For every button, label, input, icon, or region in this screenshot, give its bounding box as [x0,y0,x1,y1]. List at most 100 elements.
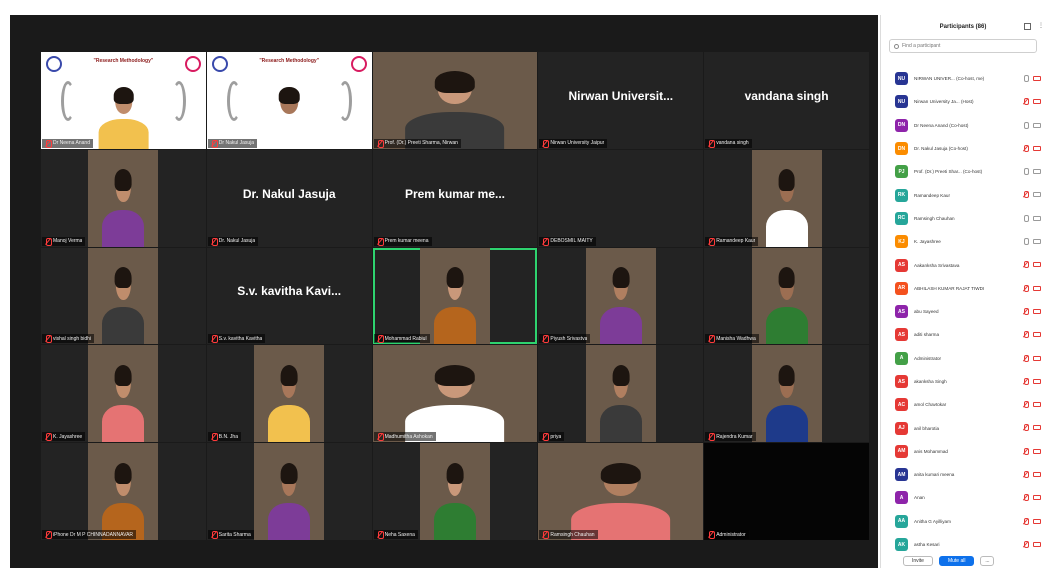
video-tile[interactable]: "Research Methodology" Dr Nakul Jasuja [206,52,372,149]
muted-mic-icon[interactable] [1023,540,1029,548]
mute-all-button[interactable]: Mute all [938,556,975,566]
mic-icon[interactable] [1023,238,1029,246]
participant-row[interactable]: AS akanksha Singh [881,370,1045,393]
participant-row[interactable]: NU Nirwan University Ja... (Host) [881,90,1045,113]
video-tile[interactable]: Prem kumar me... Prem kumar meena [372,149,538,247]
more-icon[interactable]: ⋮ [1038,23,1044,30]
participant-row[interactable]: A Administrator [881,347,1045,370]
mic-icon[interactable] [1023,75,1029,82]
camera-icon[interactable] [1033,122,1041,128]
participant-list-name: Anan [914,495,925,501]
video-tile[interactable]: Sarita Sharma [206,443,372,540]
muted-mic-icon[interactable] [1023,471,1029,479]
participant-row[interactable]: AS Aakanksha Srivastava [881,253,1045,276]
participant-row[interactable]: AM anita kumari meena [881,463,1045,486]
participant-row[interactable]: AR ABHILASH KUMAR RAJAT TIWDI [881,277,1045,300]
video-tile[interactable]: Dr. Nakul Jasuja Dr. Nakul Jasuja [206,149,372,247]
muted-mic-icon[interactable] [1023,354,1029,362]
more-options-button[interactable]: ... [980,556,995,566]
camera-off-icon[interactable] [1033,402,1041,408]
invite-button[interactable]: Invite [903,556,933,566]
person-silhouette [102,458,145,540]
camera-off-icon[interactable] [1033,145,1041,151]
participant-row[interactable]: DN Dr. Nakul Jasuja (Co-host) [881,137,1045,160]
video-tile[interactable]: Manisha Wadhwa [704,247,869,345]
video-tile[interactable]: Ramsingh Chauhan [538,443,704,540]
video-tile[interactable]: Administrator [704,443,869,540]
video-tile[interactable]: vandana singh vandana singh [704,52,869,149]
video-tile[interactable]: Piyush Srivastva [538,247,704,345]
camera-icon[interactable] [1033,169,1041,175]
video-tile[interactable]: Mohammad Rabiul [372,247,538,345]
participant-row[interactable]: AA Anitha G Ayilliyam [881,510,1045,533]
avatar: AS [895,375,908,388]
video-tile[interactable]: Nirwan Universit... Nirwan University Jai… [538,52,704,149]
video-tile[interactable]: priya [538,345,704,443]
participant-row[interactable]: AK astha Kesari [881,533,1045,556]
muted-mic-icon[interactable] [1023,377,1029,385]
participant-row[interactable]: AM anis Mohammad [881,440,1045,463]
video-tile[interactable]: Rajendra Kumar [704,345,869,443]
video-tile[interactable]: Madhumitha Ashokan [372,345,538,443]
muted-mic-icon[interactable] [1023,144,1029,152]
participant-row[interactable]: RK Ramandeep Kaur [881,183,1045,206]
video-tile[interactable]: vishal singh bidhi [41,247,206,345]
participant-row[interactable]: DN Dr Neena Anand (Co-host) [881,114,1045,137]
muted-mic-icon[interactable] [1023,307,1029,315]
camera-off-icon[interactable] [1033,378,1041,384]
participant-row[interactable]: AJ anil bharotia [881,416,1045,439]
muted-mic-icon[interactable] [1023,261,1029,269]
camera-off-icon[interactable] [1033,308,1041,314]
participant-row[interactable]: PJ Prof. (Dr.) Preeti Shar... (Co-host) [881,160,1045,183]
camera-off-icon[interactable] [1033,518,1041,524]
search-input[interactable] [902,43,1032,49]
muted-mic-icon[interactable] [1023,447,1029,455]
muted-mic-icon[interactable] [1023,401,1029,409]
mic-icon[interactable] [1023,121,1029,129]
camera-off-icon[interactable] [1033,425,1041,431]
camera-off-icon[interactable] [1033,448,1041,454]
participant-row[interactable]: A Anan [881,486,1045,509]
camera-off-icon[interactable] [1033,76,1041,81]
camera-icon[interactable] [1033,192,1041,198]
video-tile[interactable]: Neha Saxena [372,443,538,540]
camera-off-icon[interactable] [1033,262,1041,268]
popout-icon[interactable] [1024,23,1031,30]
participant-row[interactable]: KJ K. Jayashree [881,230,1045,253]
participant-row[interactable]: RC Ramsingh Chauhan [881,207,1045,230]
video-tile[interactable]: K. Jayashree [41,345,206,443]
participant-row[interactable]: AC amol Chavtokar [881,393,1045,416]
muted-mic-icon[interactable] [1023,191,1029,199]
muted-mic-icon[interactable] [1023,331,1029,339]
participant-list[interactable]: NU NIRWAN UNIVER... (Co-host, me) NU Nirwan… [881,67,1045,557]
camera-off-icon[interactable] [1033,99,1041,105]
participant-row[interactable]: NU NIRWAN UNIVER... (Co-host, me) [881,67,1045,90]
participant-row[interactable]: AS abu Sayeed [881,300,1045,323]
video-tile[interactable]: S.v. kavitha Kavi... S.v. kavitha Kavitha [206,247,372,345]
video-tile[interactable]: "Research Methodology" Dr Neena Anand [41,52,206,149]
muted-mic-icon[interactable] [1023,494,1029,502]
camera-off-icon[interactable] [1033,355,1041,361]
camera-icon[interactable] [1033,215,1041,221]
muted-mic-icon[interactable] [1023,424,1029,432]
video-tile[interactable]: Prof. (Dr.) Preeti Sharma, Nirwan [372,52,538,149]
camera-off-icon[interactable] [1033,541,1041,547]
camera-off-icon[interactable] [1033,285,1041,291]
mic-icon[interactable] [1023,214,1029,222]
camera-off-icon[interactable] [1033,472,1041,478]
camera-off-icon[interactable] [1033,495,1041,501]
video-tile[interactable]: Manoj Verma [41,149,206,247]
video-tile[interactable]: Ramandeep Kaur [704,149,869,247]
participant-row[interactable]: AS aditi sharma [881,323,1045,346]
search-box[interactable] [889,39,1037,53]
participant-name: S.v. kavitha Kavitha [218,335,263,342]
camera-icon[interactable] [1033,239,1041,245]
video-tile[interactable]: B.N. Jha [206,345,372,443]
muted-mic-icon[interactable] [1023,284,1029,292]
mic-icon[interactable] [1023,168,1029,176]
video-tile[interactable]: DEBOSMIL MAITY [538,149,704,247]
camera-off-icon[interactable] [1033,332,1041,338]
video-tile[interactable]: iPhone Dr M P CHINNADANNAVAR [41,443,206,540]
muted-mic-icon[interactable] [1023,98,1029,106]
muted-mic-icon[interactable] [1023,517,1029,525]
